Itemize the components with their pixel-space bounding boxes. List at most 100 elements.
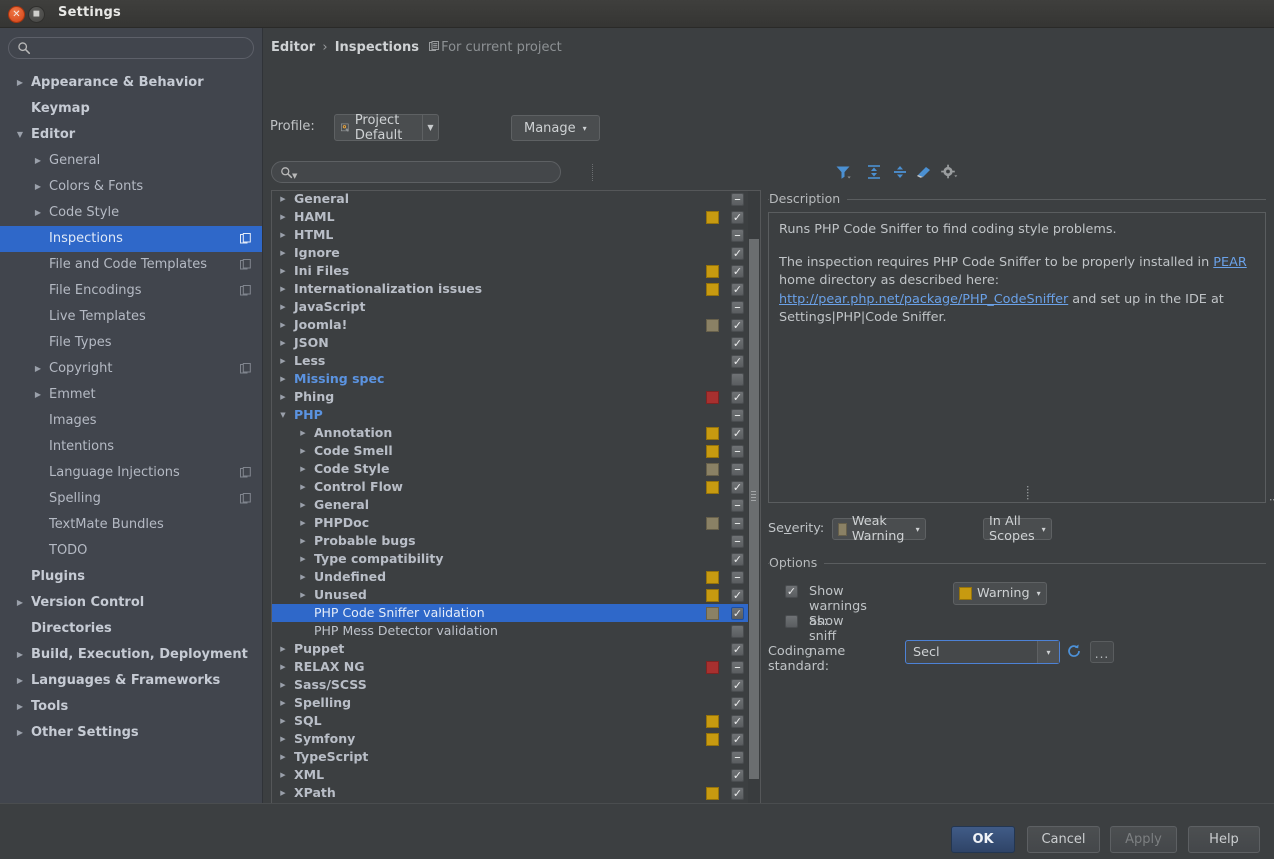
- sidebar-item-images[interactable]: Images: [0, 408, 262, 434]
- tree-row-checkbox[interactable]: ✓: [731, 607, 744, 620]
- refresh-icon[interactable]: [1066, 643, 1082, 659]
- chevron-right-icon[interactable]: ▶: [278, 784, 288, 802]
- tree-row-checkbox[interactable]: ✓: [731, 283, 744, 296]
- chevron-down-icon[interactable]: ▼: [14, 122, 26, 148]
- tree-row-checkbox[interactable]: ✓: [731, 481, 744, 494]
- tree-row[interactable]: ▶ Puppet ✓: [272, 640, 750, 658]
- chevron-right-icon[interactable]: ▶: [14, 668, 26, 694]
- chevron-right-icon[interactable]: ▶: [298, 586, 308, 604]
- tree-row[interactable]: ▶ SQL ✓: [272, 712, 750, 730]
- tree-row[interactable]: ▶ XML ✓: [272, 766, 750, 784]
- chevron-right-icon[interactable]: ▶: [14, 70, 26, 96]
- chevron-right-icon[interactable]: ▶: [278, 191, 288, 208]
- scope-dropdown[interactable]: In All Scopes ▾: [983, 514, 1052, 544]
- chevron-right-icon[interactable]: ▶: [278, 334, 288, 352]
- tree-row-checkbox[interactable]: –: [731, 751, 744, 764]
- chevron-right-icon[interactable]: ▶: [32, 200, 44, 226]
- tree-row-checkbox[interactable]: ✓: [731, 373, 744, 386]
- chevron-right-icon[interactable]: ▶: [32, 356, 44, 382]
- tree-row[interactable]: ▶ Probable bugs –: [272, 532, 750, 550]
- tree-row[interactable]: ▶ PHPDoc –: [272, 514, 750, 532]
- tree-row-checkbox[interactable]: ✓: [731, 733, 744, 746]
- sidebar-item-inspections[interactable]: Inspections: [0, 226, 262, 252]
- chevron-right-icon[interactable]: ▶: [278, 640, 288, 658]
- chevron-down-icon[interactable]: ▼: [423, 115, 437, 140]
- sidebar-item-copyright[interactable]: ▶ Copyright: [0, 356, 262, 382]
- reset-icon[interactable]: [914, 162, 934, 182]
- settings-gear-icon[interactable]: [939, 162, 959, 182]
- tree-row[interactable]: ▼ PHP –: [272, 406, 750, 424]
- chevron-right-icon[interactable]: ▶: [14, 720, 26, 746]
- tree-row-checkbox[interactable]: ✓: [731, 337, 744, 350]
- chevron-right-icon[interactable]: ▶: [298, 568, 308, 586]
- search-input[interactable]: [8, 37, 254, 59]
- tree-row[interactable]: ▶ Ignore ✓: [272, 244, 750, 262]
- tree-row-checkbox[interactable]: –: [731, 445, 744, 458]
- sidebar-item-file-and-code-templates[interactable]: File and Code Templates: [0, 252, 262, 278]
- tree-row-checkbox[interactable]: ✓: [731, 265, 744, 278]
- chevron-down-icon[interactable]: ▾: [1037, 641, 1059, 663]
- breadcrumb-root[interactable]: Editor: [271, 40, 315, 55]
- help-button[interactable]: Help: [1188, 826, 1260, 853]
- tree-row[interactable]: PHP Mess Detector validation ✓: [272, 622, 750, 640]
- coding-standard-dropdown[interactable]: Secl ▾: [905, 640, 1060, 664]
- chevron-right-icon[interactable]: ▶: [278, 694, 288, 712]
- tree-row[interactable]: ▶ Phing ✓: [272, 388, 750, 406]
- show-sniff-name-checkbox[interactable]: ✓: [785, 615, 798, 628]
- tree-row-checkbox[interactable]: ✓: [731, 247, 744, 260]
- tree-row[interactable]: PHP Code Sniffer validation ✓: [272, 604, 750, 622]
- sidebar-item-todo[interactable]: TODO: [0, 538, 262, 564]
- chevron-right-icon[interactable]: ▶: [278, 676, 288, 694]
- tree-row[interactable]: ▶ General –: [272, 191, 750, 208]
- chevron-right-icon[interactable]: ▶: [278, 730, 288, 748]
- coding-standard-value[interactable]: Secl: [906, 641, 1037, 663]
- tree-scrollbar[interactable]: [748, 191, 760, 817]
- chevron-right-icon[interactable]: ▶: [278, 226, 288, 244]
- sidebar-item-emmet[interactable]: ▶ Emmet: [0, 382, 262, 408]
- inspection-search-input[interactable]: ▼: [271, 161, 561, 183]
- chevron-down-icon[interactable]: ▼: [292, 172, 297, 180]
- tree-row-checkbox[interactable]: –: [731, 571, 744, 584]
- horizontal-splitter-handle[interactable]: [1270, 491, 1274, 501]
- chevron-right-icon[interactable]: ▶: [32, 174, 44, 200]
- tree-row[interactable]: ▶ Internationalization issues ✓: [272, 280, 750, 298]
- chevron-right-icon[interactable]: ▶: [298, 424, 308, 442]
- codesniffer-url-link[interactable]: http://pear.php.net/package/PHP_CodeSnif…: [779, 292, 1068, 307]
- filter-icon[interactable]: [833, 162, 853, 182]
- chevron-right-icon[interactable]: ▶: [298, 442, 308, 460]
- severity-dropdown[interactable]: Weak Warning ▾: [832, 514, 926, 544]
- tree-row[interactable]: ▶ JSON ✓: [272, 334, 750, 352]
- chevron-right-icon[interactable]: ▶: [278, 208, 288, 226]
- tree-row-checkbox[interactable]: ✓: [731, 391, 744, 404]
- sidebar-item-build-execution-deployment[interactable]: ▶ Build, Execution, Deployment: [0, 642, 262, 668]
- tree-row[interactable]: ▶ Missing spec ✓: [272, 370, 750, 388]
- sidebar-item-keymap[interactable]: Keymap: [0, 96, 262, 122]
- sidebar-item-spelling[interactable]: Spelling: [0, 486, 262, 512]
- tree-row-checkbox[interactable]: ✓: [731, 679, 744, 692]
- tree-row-checkbox[interactable]: ✓: [731, 787, 744, 800]
- tree-row-checkbox[interactable]: ✓: [731, 211, 744, 224]
- tree-row[interactable]: ▶ Unused ✓: [272, 586, 750, 604]
- tree-row[interactable]: ▶ Control Flow ✓: [272, 478, 750, 496]
- chevron-right-icon[interactable]: ▶: [298, 550, 308, 568]
- tree-row[interactable]: ▶ XPath ✓: [272, 784, 750, 802]
- sidebar-item-version-control[interactable]: ▶ Version Control: [0, 590, 262, 616]
- sidebar-item-editor[interactable]: ▼ Editor: [0, 122, 262, 148]
- cancel-button[interactable]: Cancel: [1027, 826, 1100, 853]
- chevron-right-icon[interactable]: ▶: [298, 496, 308, 514]
- sidebar-item-file-types[interactable]: File Types: [0, 330, 262, 356]
- inspections-tree[interactable]: ▶ General – ▶ HAML ✓ ▶ HTML – ▶ Ignore ✓ ▶ Ini Files ✓…: [271, 190, 761, 818]
- tree-row[interactable]: ▶ Joomla! ✓: [272, 316, 750, 334]
- tree-row[interactable]: ▶ Spelling ✓: [272, 694, 750, 712]
- tree-row-checkbox[interactable]: –: [731, 499, 744, 512]
- collapse-all-icon[interactable]: [890, 162, 910, 182]
- chevron-right-icon[interactable]: ▶: [14, 642, 26, 668]
- chevron-right-icon[interactable]: ▶: [32, 148, 44, 174]
- chevron-right-icon[interactable]: ▶: [278, 244, 288, 262]
- sidebar-search[interactable]: [8, 37, 254, 59]
- chevron-right-icon[interactable]: ▶: [278, 262, 288, 280]
- tree-row-checkbox[interactable]: ✓: [731, 715, 744, 728]
- manage-button[interactable]: Manage ▾: [511, 115, 600, 141]
- sidebar-item-file-encodings[interactable]: File Encodings: [0, 278, 262, 304]
- chevron-right-icon[interactable]: ▶: [278, 316, 288, 334]
